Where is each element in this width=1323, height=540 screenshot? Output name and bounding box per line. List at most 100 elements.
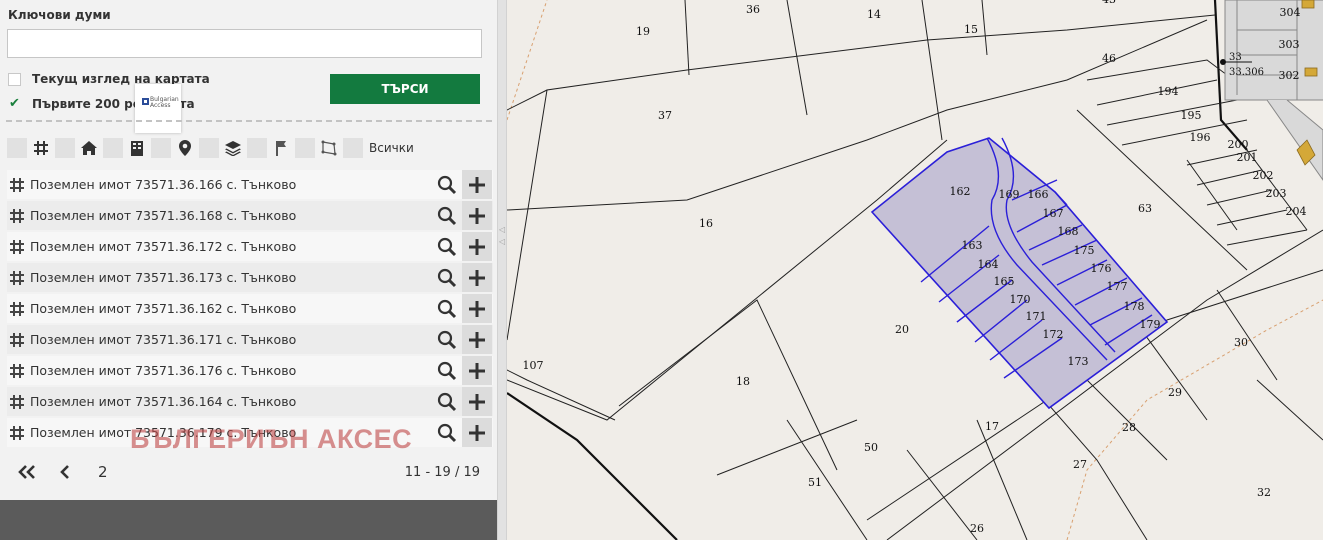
current-page-number[interactable]: 2 <box>98 463 108 481</box>
search-icon[interactable] <box>437 392 457 412</box>
measure-label-b: 33.306 <box>1229 67 1264 78</box>
add-button[interactable] <box>462 356 492 385</box>
add-button[interactable] <box>462 325 492 354</box>
page-range-info: 11 - 19 / 19 <box>404 465 480 480</box>
result-title[interactable]: Поземлен имот 73571.36.173 с. Тънково <box>30 270 296 285</box>
result-row[interactable]: Поземлен имот 73571.36.173 с. Тънково <box>7 263 493 292</box>
parcel-number-label: 304 <box>1280 6 1301 19</box>
parcel-number-label: 15 <box>964 23 978 36</box>
add-button[interactable] <box>462 170 492 199</box>
collapse-left-icon[interactable]: ◁ <box>499 226 505 234</box>
filter-all-label[interactable]: Всички <box>369 141 414 155</box>
keywords-input[interactable] <box>7 29 482 58</box>
first-200-checkbox[interactable] <box>8 96 21 111</box>
parcel-number-label: 14 <box>867 8 881 21</box>
filter-toggle-2[interactable] <box>55 138 75 158</box>
result-title[interactable]: Поземлен имот 73571.36.162 с. Тънково <box>30 301 296 316</box>
add-button[interactable] <box>462 232 492 261</box>
parcel-number-label: 164 <box>978 258 999 271</box>
parcel-number-label: 50 <box>864 441 878 454</box>
collapse-right-icon[interactable]: ◁ <box>499 238 505 246</box>
filter-toggle-1[interactable] <box>7 138 27 158</box>
result-row[interactable]: Поземлен имот 73571.36.166 с. Тънково <box>7 170 493 199</box>
parcel-number-label: 202 <box>1253 169 1274 182</box>
add-button[interactable] <box>462 263 492 292</box>
type-filter-bar: Всички <box>7 137 414 159</box>
search-icon[interactable] <box>437 423 457 443</box>
result-title[interactable]: Поземлен имот 73571.36.166 с. Тънково <box>30 177 296 192</box>
search-icon[interactable] <box>437 361 457 381</box>
parcel-number-label: 172 <box>1043 328 1064 341</box>
parcel-number-label: 195 <box>1181 109 1202 122</box>
add-button[interactable] <box>462 387 492 416</box>
result-row[interactable]: Поземлен имот 73571.36.162 с. Тънково <box>7 294 493 323</box>
building-marker-icon <box>1301 0 1315 9</box>
parcel-number-label: 168 <box>1058 225 1079 238</box>
parcel-number-label: 303 <box>1279 38 1300 51</box>
building-icon[interactable] <box>127 138 147 158</box>
result-row[interactable]: Поземлен имот 73571.36.168 с. Тънково <box>7 201 493 230</box>
parcel-grid-icon <box>10 364 24 378</box>
result-title[interactable]: Поземлен имот 73571.36.171 с. Тънково <box>30 332 296 347</box>
search-icon[interactable] <box>437 206 457 226</box>
cadastral-map[interactable]: 33 33.306 36 14 43 15 304 19 46 303 302 194 37 195 1… <box>507 0 1323 540</box>
brand-mark-icon <box>142 98 149 105</box>
result-row[interactable]: Поземлен имот 73571.36.172 с. Тънково <box>7 232 493 261</box>
parcel-number-label: 32 <box>1257 486 1271 499</box>
location-pin-icon[interactable] <box>175 138 195 158</box>
pagination: 2 11 - 19 / 19 <box>14 462 484 484</box>
plus-icon <box>469 238 485 255</box>
add-button[interactable] <box>462 201 492 230</box>
first-page-icon[interactable] <box>17 465 37 481</box>
result-title[interactable]: Поземлен имот 73571.36.168 с. Тънково <box>30 208 296 223</box>
add-button[interactable] <box>462 418 492 447</box>
search-icon[interactable] <box>437 175 457 195</box>
filter-toggle-6[interactable] <box>247 138 267 158</box>
search-icon[interactable] <box>437 237 457 257</box>
add-button[interactable] <box>462 294 492 323</box>
parcel-grid-icon <box>10 271 24 285</box>
parcel-grid-icon <box>10 395 24 409</box>
filter-toggle-all[interactable] <box>343 138 363 158</box>
result-row[interactable]: Поземлен имот 73571.36.171 с. Тънково <box>7 325 493 354</box>
flag-icon[interactable] <box>271 138 291 158</box>
result-row[interactable]: Поземлен имот 73571.36.176 с. Тънково <box>7 356 493 385</box>
filter-toggle-5[interactable] <box>199 138 219 158</box>
map-background <box>507 0 1323 540</box>
parcel-number-label: 162 <box>950 185 971 198</box>
parcel-number-label: 63 <box>1138 202 1152 215</box>
parcel-number-label: 107 <box>523 359 544 372</box>
filter-toggle-7[interactable] <box>295 138 315 158</box>
panel-splitter[interactable]: ◁ ◁ <box>497 0 507 540</box>
result-row[interactable]: Поземлен имот 73571.36.164 с. Тънково <box>7 387 493 416</box>
parcel-number-label: 29 <box>1168 386 1182 399</box>
measure-label-a: 33 <box>1229 52 1242 63</box>
parcel-number-label: 203 <box>1266 187 1287 200</box>
current-view-label: Текущ изглед на картата <box>32 72 210 86</box>
result-title[interactable]: Поземлен имот 73571.36.172 с. Тънково <box>30 239 296 254</box>
grid-icon[interactable] <box>31 138 51 158</box>
parcel-grid-icon <box>10 426 24 440</box>
search-icon[interactable] <box>437 268 457 288</box>
brand-logo-popup: Bulgarian Access <box>135 84 181 133</box>
result-title[interactable]: Поземлен имот 73571.36.176 с. Тънково <box>30 363 296 378</box>
search-button[interactable]: ТЪРСИ <box>330 74 480 104</box>
home-icon[interactable] <box>79 138 99 158</box>
parcel-number-label: 204 <box>1286 205 1307 218</box>
current-view-checkbox[interactable] <box>8 72 21 86</box>
search-panel: Ключови думи Текущ изглед на картата Пър… <box>0 0 497 540</box>
parcel-number-label: 17 <box>985 420 999 433</box>
plus-icon <box>469 176 485 193</box>
layers-icon[interactable] <box>223 138 243 158</box>
plus-icon <box>469 269 485 286</box>
parcel-number-label: 28 <box>1122 421 1136 434</box>
polygon-icon[interactable] <box>319 138 339 158</box>
parcel-number-label: 37 <box>658 109 672 122</box>
result-title[interactable]: Поземлен имот 73571.36.164 с. Тънково <box>30 394 296 409</box>
search-icon[interactable] <box>437 330 457 350</box>
search-icon[interactable] <box>437 299 457 319</box>
prev-page-icon[interactable] <box>59 465 73 481</box>
parcel-number-label: 194 <box>1158 85 1179 98</box>
filter-toggle-3[interactable] <box>103 138 123 158</box>
filter-toggle-4[interactable] <box>151 138 171 158</box>
